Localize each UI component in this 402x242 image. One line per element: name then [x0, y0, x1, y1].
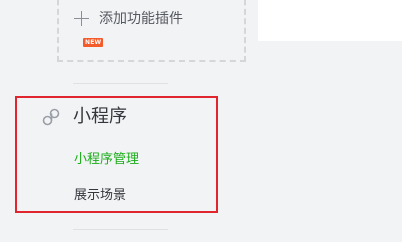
section-title: 小程序 [73, 106, 127, 127]
sidebar-item-miniprogram-management[interactable]: 小程序管理 [74, 151, 139, 169]
link-icon [42, 108, 60, 126]
miniprogram-section-header[interactable]: 小程序 [41, 104, 127, 130]
plus-icon [74, 11, 89, 26]
add-plugin-label: 添加功能插件 [99, 11, 183, 27]
add-plugin-button[interactable]: 添加功能插件 NEW [57, 0, 246, 62]
sidebar-item-display-scenes[interactable]: 展示场景 [74, 187, 126, 205]
divider [73, 229, 168, 230]
content-panel [258, 0, 402, 41]
new-badge: NEW [83, 38, 104, 47]
divider [73, 83, 168, 84]
